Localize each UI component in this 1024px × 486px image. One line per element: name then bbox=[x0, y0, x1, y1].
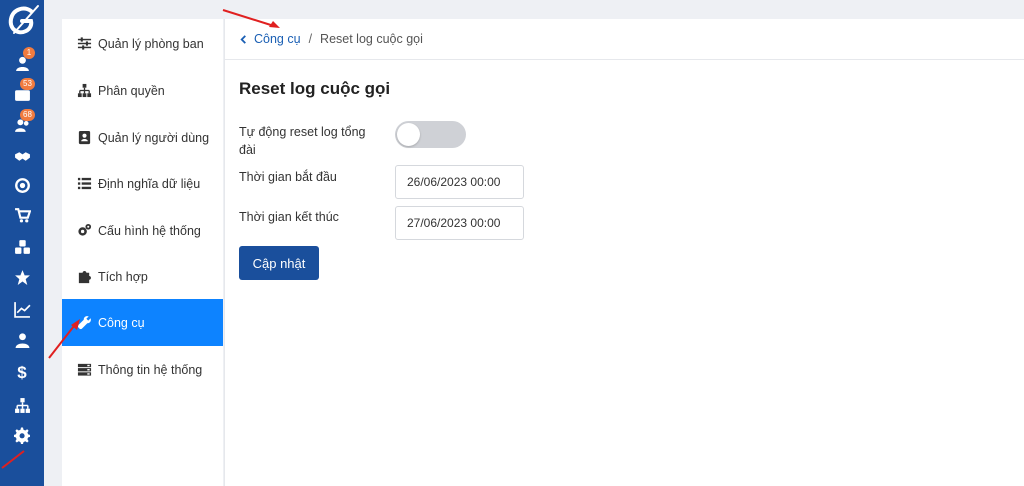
start-time-label: Thời gian bắt đầu bbox=[239, 170, 337, 184]
notification-badge: 1 bbox=[23, 47, 35, 59]
menu-item-departments[interactable]: Quản lý phòng ban bbox=[62, 20, 223, 67]
breadcrumb-back-link[interactable]: Công cụ bbox=[239, 32, 301, 46]
menu-item-users[interactable]: Quản lý người dùng bbox=[62, 114, 223, 161]
rail-chart-line-icon[interactable] bbox=[10, 298, 34, 320]
rail-cart-icon[interactable] bbox=[10, 204, 34, 226]
rail-user-icon[interactable]: 1 bbox=[10, 47, 35, 74]
rail-dollar-icon[interactable]: $ bbox=[10, 362, 34, 384]
breadcrumb-back-label: Công cụ bbox=[254, 32, 301, 46]
rail-gear-icon[interactable] bbox=[10, 424, 34, 446]
menu-item-system-info[interactable]: Thông tin hệ thống bbox=[62, 346, 223, 393]
sitemap-icon bbox=[76, 83, 92, 99]
menu-item-permissions[interactable]: Phân quyền bbox=[62, 67, 223, 114]
start-time-input[interactable]: 26/06/2023 00:00 bbox=[395, 165, 524, 199]
end-time-label: Thời gian kết thúc bbox=[239, 210, 339, 224]
menu-item-label: Phân quyền bbox=[98, 83, 165, 98]
menu-item-tools[interactable]: Công cụ bbox=[62, 299, 223, 346]
menu-item-label: Tích hợp bbox=[98, 269, 148, 284]
settings-menu: Quản lý phòng ban Phân quyền Quản lý ngư… bbox=[62, 19, 223, 486]
notification-badge: 53 bbox=[20, 78, 35, 90]
puzzle-icon bbox=[76, 269, 92, 285]
rail-handshake-icon[interactable] bbox=[10, 145, 34, 167]
chevron-left-icon bbox=[240, 34, 246, 44]
address-book-icon bbox=[76, 130, 92, 146]
menu-item-label: Định nghĩa dữ liệu bbox=[98, 176, 201, 191]
breadcrumb-current: Reset log cuộc gọi bbox=[320, 32, 423, 46]
end-time-input[interactable]: 27/06/2023 00:00 bbox=[395, 206, 524, 240]
rail-user-tie-icon[interactable] bbox=[10, 329, 34, 351]
notification-badge: 68 bbox=[20, 109, 35, 121]
menu-item-label: Công cụ bbox=[98, 315, 145, 330]
breadcrumb-separator: / bbox=[308, 32, 313, 46]
rail-target-icon[interactable] bbox=[10, 174, 34, 196]
rail-sitemap-icon[interactable] bbox=[10, 394, 34, 416]
brand-logo-icon[interactable] bbox=[4, 2, 42, 40]
auto-reset-label: Tự động reset log tổng đài bbox=[239, 125, 366, 157]
main-panel: Công cụ / Reset log cuộc gọi Reset log c… bbox=[224, 19, 1024, 486]
rail-users-icon[interactable]: 68 bbox=[10, 109, 35, 136]
menu-item-label: Quản lý phòng ban bbox=[98, 36, 204, 51]
rail-cubes-icon[interactable] bbox=[10, 236, 34, 258]
update-button[interactable]: Cập nhật bbox=[239, 246, 319, 280]
menu-item-label: Thông tin hệ thống bbox=[98, 362, 203, 377]
rail-star-icon[interactable] bbox=[10, 266, 34, 288]
auto-reset-toggle[interactable] bbox=[395, 121, 466, 148]
cogs-icon bbox=[76, 223, 92, 239]
wrench-icon bbox=[76, 315, 92, 331]
app: 1 53 68 $ Quản lý phòng ban Phân quyền Q… bbox=[0, 0, 1024, 486]
icon-rail: 1 53 68 $ bbox=[0, 0, 44, 486]
sliders-icon bbox=[76, 36, 92, 52]
rail-contact-card-icon[interactable]: 53 bbox=[10, 78, 35, 105]
menu-item-data-definition[interactable]: Định nghĩa dữ liệu bbox=[62, 160, 223, 207]
menu-item-integration[interactable]: Tích hợp bbox=[62, 253, 223, 300]
list-icon bbox=[76, 176, 92, 192]
menu-item-system-config[interactable]: Cấu hình hệ thống bbox=[62, 207, 223, 254]
menu-item-label: Cấu hình hệ thống bbox=[98, 223, 201, 238]
page-title: Reset log cuộc gọi bbox=[239, 79, 391, 98]
toggle-knob bbox=[397, 123, 420, 146]
breadcrumb: Công cụ / Reset log cuộc gọi bbox=[225, 19, 1024, 60]
server-icon bbox=[76, 362, 92, 378]
menu-item-label: Quản lý người dùng bbox=[98, 130, 210, 145]
